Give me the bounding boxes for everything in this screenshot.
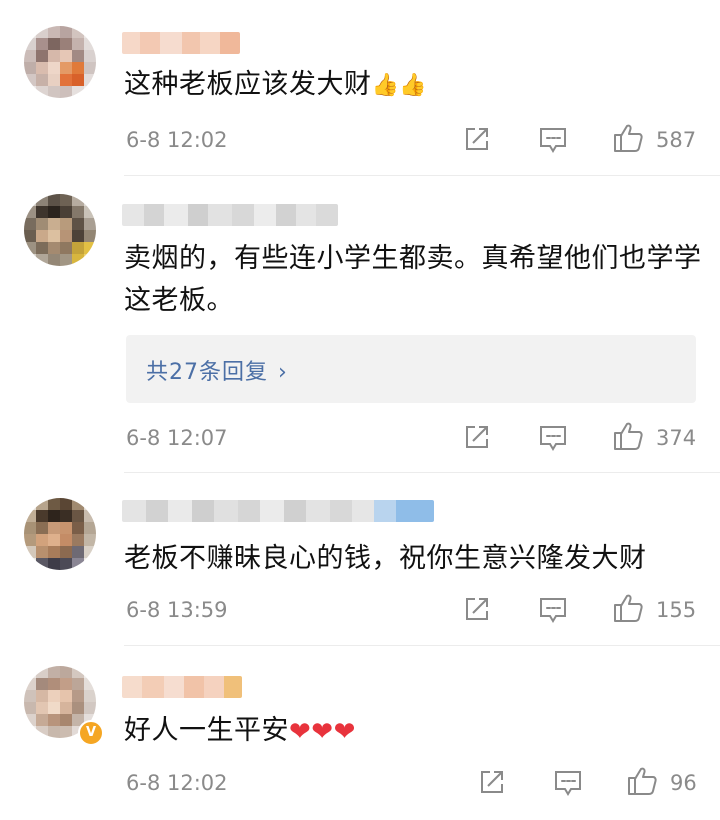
comment-timestamp: 6-8 12:07 bbox=[126, 426, 228, 450]
like-count: 587 bbox=[656, 128, 697, 152]
thumbs-up-icon[interactable] bbox=[612, 592, 644, 624]
avatar[interactable] bbox=[24, 26, 96, 98]
comment-timestamp: 6-8 12:02 bbox=[126, 771, 228, 795]
comment-icon[interactable] bbox=[538, 126, 568, 154]
chevron-right-icon: › bbox=[278, 360, 288, 385]
share-icon[interactable] bbox=[463, 423, 491, 451]
like-count: 155 bbox=[656, 598, 697, 622]
heart-emoji: ❤❤❤ bbox=[289, 716, 356, 747]
comment-text: 老板不赚昧良心的钱，祝你生意兴隆发大财 bbox=[124, 543, 647, 574]
share-icon[interactable] bbox=[463, 595, 491, 623]
share-icon[interactable] bbox=[463, 125, 491, 153]
replies-count-link[interactable]: 共27条回复 bbox=[146, 360, 268, 385]
comment-icon[interactable] bbox=[538, 596, 568, 624]
replies-summary[interactable]: 共27条回复 › bbox=[126, 335, 696, 403]
comment-text: 这种老板应该发大财👍👍 bbox=[124, 64, 692, 107]
like-count: 374 bbox=[656, 426, 697, 450]
username-blurred[interactable] bbox=[122, 204, 338, 226]
divider bbox=[124, 472, 720, 473]
comment-text: 卖烟的，有些连小学生都卖。真希望他们也学学这老板。 bbox=[124, 243, 702, 316]
username-blurred[interactable] bbox=[122, 32, 240, 54]
avatar[interactable] bbox=[24, 498, 96, 570]
divider bbox=[124, 645, 720, 646]
thumbs-up-emoji: 👍👍 bbox=[371, 72, 428, 98]
username-blurred[interactable] bbox=[122, 500, 434, 522]
verified-v-badge-icon: V bbox=[78, 720, 104, 746]
thumbs-up-icon[interactable] bbox=[626, 765, 658, 797]
comment-timestamp: 6-8 13:59 bbox=[126, 598, 228, 622]
comment-text: 好人一生平安❤❤❤ bbox=[124, 710, 692, 753]
comment-icon[interactable] bbox=[553, 769, 583, 797]
thumbs-up-icon[interactable] bbox=[612, 420, 644, 452]
like-count: 96 bbox=[670, 771, 697, 795]
comment-icon[interactable] bbox=[538, 424, 568, 452]
share-icon[interactable] bbox=[478, 768, 506, 796]
thumbs-up-icon[interactable] bbox=[612, 122, 644, 154]
divider bbox=[124, 175, 720, 176]
comment-timestamp: 6-8 12:02 bbox=[126, 128, 228, 152]
avatar[interactable] bbox=[24, 194, 96, 266]
username-blurred[interactable] bbox=[122, 676, 242, 698]
